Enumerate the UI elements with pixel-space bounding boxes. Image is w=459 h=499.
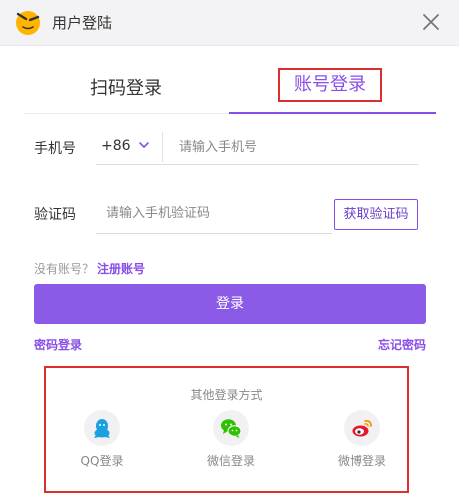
qq-icon: [94, 419, 110, 438]
weibo-login-button[interactable]: 微博登录: [317, 410, 407, 469]
qq-login-button[interactable]: QQ登录: [57, 410, 147, 469]
phone-underline: [96, 164, 418, 165]
login-button[interactable]: 登录: [34, 284, 426, 324]
weibo-login-label: 微博登录: [337, 454, 386, 468]
title-bar: 用户登陆: [0, 0, 459, 46]
chevron-down-icon[interactable]: [137, 138, 151, 152]
close-icon[interactable]: [418, 9, 444, 35]
code-label: 验证码: [34, 207, 76, 223]
other-login-title: 其他登录方式: [190, 388, 263, 402]
wechat-icon-circle: [213, 410, 249, 446]
verification-code-input[interactable]: [106, 204, 321, 222]
wechat-login-button[interactable]: 微信登录: [186, 410, 276, 469]
tab-scan-login[interactable]: 扫码登录: [90, 74, 162, 100]
no-account-text: 没有账号？: [34, 262, 95, 276]
qq-login-label: QQ登录: [80, 454, 124, 468]
phone-label: 手机号: [34, 141, 76, 157]
weibo-icon: [352, 419, 372, 437]
other-login-section: 其他登录方式 QQ登录 微信登录 微博登录: [44, 366, 409, 493]
weibo-icon-circle: [344, 410, 380, 446]
password-login-link[interactable]: 密码登录: [34, 336, 82, 353]
login-window: 用户登陆 扫码登录 账号登录 手机号 +86 验证码 获取验证码 没有账号？ 注…: [0, 0, 459, 499]
forgot-password-link[interactable]: 忘记密码: [378, 336, 426, 353]
active-tab-indicator: [229, 112, 436, 114]
get-code-button[interactable]: 获取验证码: [334, 199, 418, 230]
tab-account-login[interactable]: 账号登录: [278, 68, 382, 102]
app-logo-icon: [16, 11, 40, 35]
wechat-icon: [221, 419, 242, 438]
login-content: 扫码登录 账号登录 手机号 +86 验证码 获取验证码 没有账号？ 注册账号 登…: [0, 46, 459, 499]
country-code-select[interactable]: +86: [101, 138, 131, 154]
phone-input[interactable]: [179, 138, 409, 156]
register-link[interactable]: 注册账号: [97, 260, 145, 277]
qq-icon-circle: [84, 410, 120, 446]
phone-separator: [162, 132, 163, 162]
code-underline: [96, 233, 332, 234]
wechat-login-label: 微信登录: [206, 454, 255, 468]
window-title: 用户登陆: [52, 14, 113, 32]
